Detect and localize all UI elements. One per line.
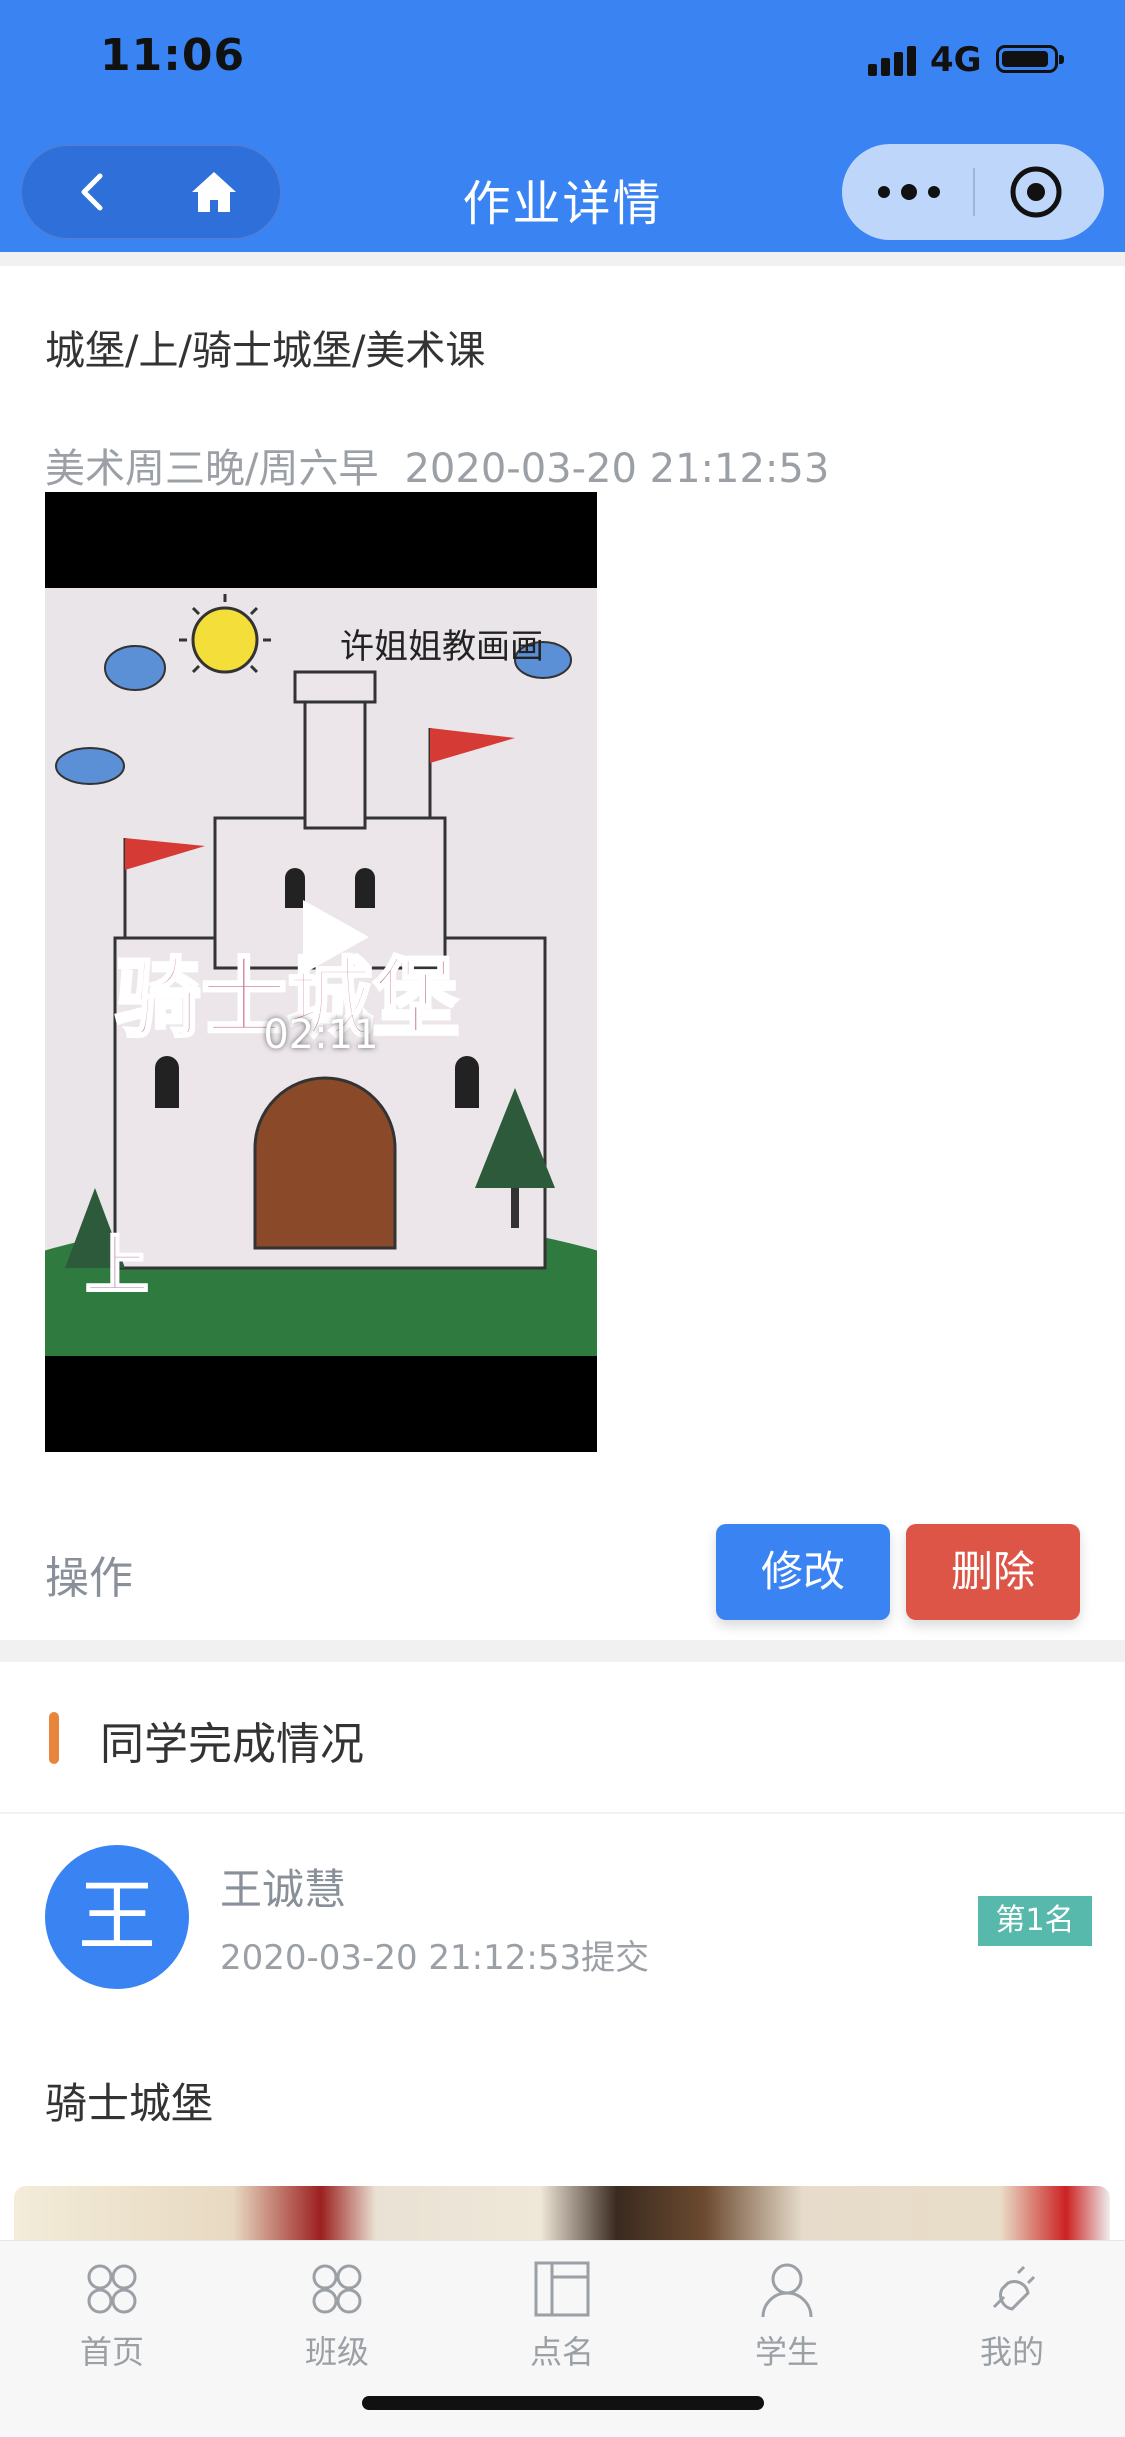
- student-icon: [761, 2263, 813, 2318]
- section-title: 同学完成情况: [100, 1719, 364, 1770]
- tab-label: 首页: [79, 2333, 144, 2371]
- tab-roll-call[interactable]: 点名: [472, 2259, 652, 2379]
- tab-students[interactable]: 学生: [697, 2259, 877, 2379]
- battery-icon: [996, 45, 1064, 73]
- tab-class[interactable]: 班级: [247, 2259, 427, 2379]
- avatar[interactable]: 王: [45, 1845, 189, 1989]
- close-target-icon[interactable]: [1008, 164, 1064, 220]
- tab-label: 班级: [304, 2333, 369, 2371]
- section-divider: [0, 1640, 1125, 1662]
- network-type: 4G: [930, 40, 982, 80]
- home-grid-icon: [87, 2264, 137, 2314]
- video-caption-text: 许姐姐教画画: [340, 627, 544, 667]
- play-icon[interactable]: [285, 892, 375, 982]
- more-icon[interactable]: [872, 172, 946, 212]
- submission-title: 骑士城堡: [45, 2079, 214, 2128]
- section-divider: [0, 252, 1125, 266]
- tab-label: 学生: [754, 2333, 819, 2371]
- signal-icon: [868, 46, 918, 76]
- section-divider: [0, 1812, 1125, 1814]
- rank-badge: 第1名: [978, 1896, 1092, 1946]
- student-name: 王诚慧: [220, 1865, 347, 1914]
- capsule-divider: [973, 168, 975, 216]
- tab-home[interactable]: 首页: [22, 2259, 202, 2379]
- homework-datetime: 2020-03-20 21:12:53: [404, 446, 830, 492]
- delete-button[interactable]: 删除: [906, 1524, 1080, 1620]
- navigation-header: 11:06 4G 作业详情: [0, 0, 1125, 252]
- class-name: 美术周三晚/周六早: [45, 446, 379, 492]
- operations-label: 操作: [45, 1553, 133, 1604]
- homework-title: 城堡/上/骑士城堡/美术课: [45, 328, 486, 374]
- video-overlay-part: 上: [85, 1230, 149, 1304]
- status-time: 11:06: [100, 30, 246, 81]
- section-accent-bar: [49, 1712, 59, 1764]
- roll-call-icon: [534, 2261, 590, 2317]
- submission-time: 2020-03-20 21:12:53提交: [220, 1938, 650, 1978]
- video-duration: 02:11: [263, 1012, 379, 1058]
- homework-meta: 美术周三晚/周六早 2020-03-20 21:12:53: [45, 436, 829, 494]
- edit-button[interactable]: 修改: [716, 1524, 890, 1620]
- tab-label: 我的: [979, 2333, 1044, 2371]
- mini-program-capsule: [842, 144, 1104, 240]
- home-indicator: [362, 2396, 764, 2410]
- class-grid-icon: [312, 2264, 362, 2314]
- tab-label: 点名: [529, 2333, 594, 2371]
- tab-mine[interactable]: 我的: [922, 2259, 1102, 2379]
- plug-icon: [992, 2265, 1036, 2311]
- video-player[interactable]: 许姐姐教画画 骑士城堡 上 02:11: [45, 492, 597, 1452]
